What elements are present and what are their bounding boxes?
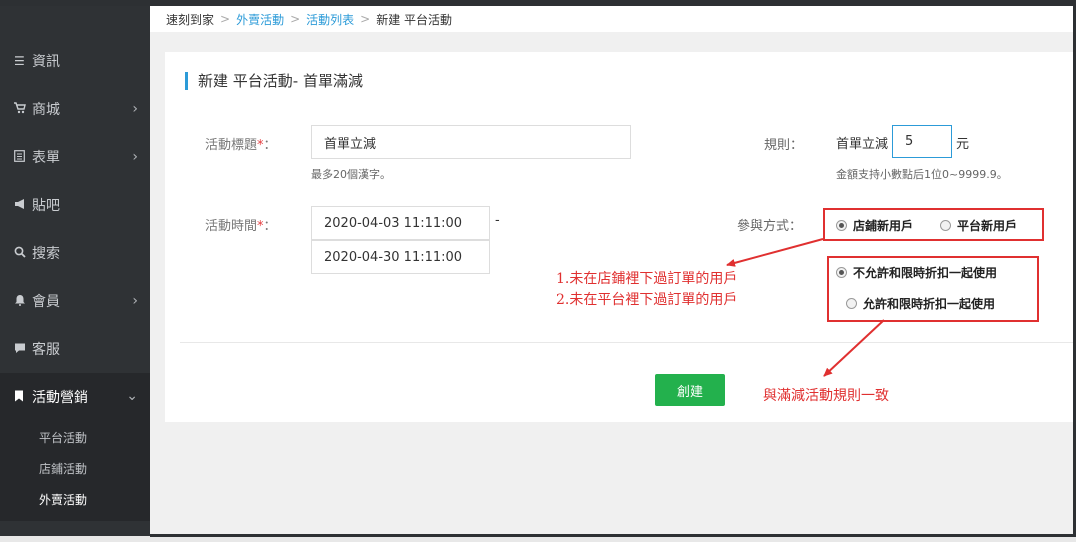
title-hint: 最多20個漢字。 bbox=[311, 168, 391, 181]
breadcrumb-home[interactable]: 速刻到家 bbox=[166, 11, 214, 28]
sidebar-item-label: 貼吧 bbox=[32, 198, 60, 214]
annotation-note-1: 1.未在店鋪裡下過訂單的用戶 bbox=[556, 271, 738, 287]
chevron-right-icon: › bbox=[132, 149, 138, 165]
sidebar-item-info[interactable]: ☰ 資訊 bbox=[0, 37, 150, 85]
radio-unselected-icon bbox=[846, 298, 857, 309]
breadcrumb-link-list[interactable]: 活動列表 bbox=[306, 11, 354, 28]
radio-store-new-user[interactable]: 店鋪新用戶 bbox=[836, 217, 913, 234]
form-card: 新建 平台活動- 首單滿減 活動標題*： 首單立減 最多20個漢字。 活動時間*… bbox=[165, 52, 1073, 422]
breadcrumb: 速刻到家 > 外賣活動 > 活動列表 > 新建 平台活動 bbox=[150, 6, 1073, 32]
sidebar-item-member[interactable]: 會員 › bbox=[0, 277, 150, 325]
bookmark-icon bbox=[14, 390, 30, 405]
rule-amount-input[interactable]: 5 bbox=[892, 125, 952, 158]
end-time-input[interactable]: 2020-04-30 11:11:00 bbox=[311, 240, 490, 274]
annotation-note-3: 與滿減活動規則一致 bbox=[763, 388, 889, 404]
breadcrumb-separator-icon: > bbox=[220, 12, 231, 26]
list-icon: ☰ bbox=[14, 54, 25, 68]
start-time-input[interactable]: 2020-04-03 11:11:00 bbox=[311, 206, 490, 240]
radio-selected-icon bbox=[836, 220, 847, 231]
sidebar-item-label: 商城 bbox=[32, 102, 60, 118]
radio-selected-icon bbox=[836, 267, 847, 278]
sidebar-item-form[interactable]: 表單 › bbox=[0, 133, 150, 181]
sidebar-item-label: 表單 bbox=[32, 150, 60, 166]
breadcrumb-separator-icon: > bbox=[290, 12, 301, 26]
breadcrumb-separator-icon: > bbox=[360, 12, 371, 26]
radio-unselected-icon bbox=[940, 220, 951, 231]
sidebar-item-mall[interactable]: 商城 › bbox=[0, 85, 150, 133]
title-label: 活動標題*： bbox=[205, 138, 277, 153]
sidebar-item-label: 資訊 bbox=[32, 54, 60, 70]
submenu-item-platform[interactable]: 平台活動 bbox=[39, 429, 87, 446]
create-button[interactable]: 創建 bbox=[655, 374, 725, 406]
sidebar-item-label: 搜索 bbox=[32, 246, 60, 262]
sidebar-item-search[interactable]: 搜索 bbox=[0, 229, 150, 277]
radio-allow-discount[interactable]: 允許和限時折扣一起使用 bbox=[846, 295, 995, 312]
breadcrumb-current: 新建 平台活動 bbox=[376, 12, 453, 27]
sidebar-submenu: 平台活動 店鋪活動 外賣活動 bbox=[0, 421, 150, 521]
time-dash: - bbox=[495, 213, 500, 228]
sidebar-item-label: 會員 bbox=[32, 294, 60, 310]
chevron-right-icon: › bbox=[132, 101, 138, 117]
submenu-item-store[interactable]: 店鋪活動 bbox=[39, 460, 87, 477]
rule-prefix: 首單立減 bbox=[836, 137, 889, 152]
sidebar-item-service[interactable]: 客服 bbox=[0, 325, 150, 373]
breadcrumb-link-takeout[interactable]: 外賣活動 bbox=[236, 11, 284, 28]
annotation-note-2: 2.未在平台裡下過訂單的用戶 bbox=[556, 292, 738, 308]
sidebar-item-forum[interactable]: 貼吧 bbox=[0, 181, 150, 229]
participation-label: 參與方式： bbox=[737, 219, 803, 234]
rule-unit: 元 bbox=[956, 137, 970, 152]
title-input[interactable]: 首單立減 bbox=[311, 125, 631, 159]
submenu-item-takeout[interactable]: 外賣活動 bbox=[39, 491, 87, 508]
chat-icon bbox=[14, 342, 30, 357]
page-title: 新建 平台活動- 首單滿減 bbox=[185, 72, 363, 90]
window-bottom-border bbox=[0, 534, 1076, 542]
sidebar-item-label: 客服 bbox=[32, 342, 60, 358]
chevron-down-icon: ⌄ bbox=[126, 388, 138, 404]
sidebar-item-label: 活動營銷 bbox=[32, 390, 88, 406]
chevron-right-icon: › bbox=[132, 293, 138, 309]
rule-hint: 金額支持小數點后1位0~9999.9。 bbox=[836, 168, 1008, 181]
cart-icon bbox=[14, 101, 30, 117]
rule-label: 規則： bbox=[764, 138, 804, 153]
radio-disallow-discount[interactable]: 不允許和限時折扣一起使用 bbox=[836, 264, 997, 281]
radio-platform-new-user[interactable]: 平台新用戶 bbox=[940, 217, 1017, 234]
form-icon bbox=[14, 149, 30, 165]
search-icon bbox=[14, 246, 30, 261]
bell-icon bbox=[14, 294, 30, 309]
divider bbox=[180, 342, 1073, 343]
sidebar: ☰ 資訊 商城 › 表單 › 貼吧 搜索 會員 › 客服 活動營銷 ⌄ 平台活動… bbox=[0, 6, 150, 536]
megaphone-icon bbox=[14, 198, 30, 213]
sidebar-item-marketing[interactable]: 活動營銷 ⌄ bbox=[0, 373, 150, 421]
time-label: 活動時間*： bbox=[205, 219, 277, 234]
